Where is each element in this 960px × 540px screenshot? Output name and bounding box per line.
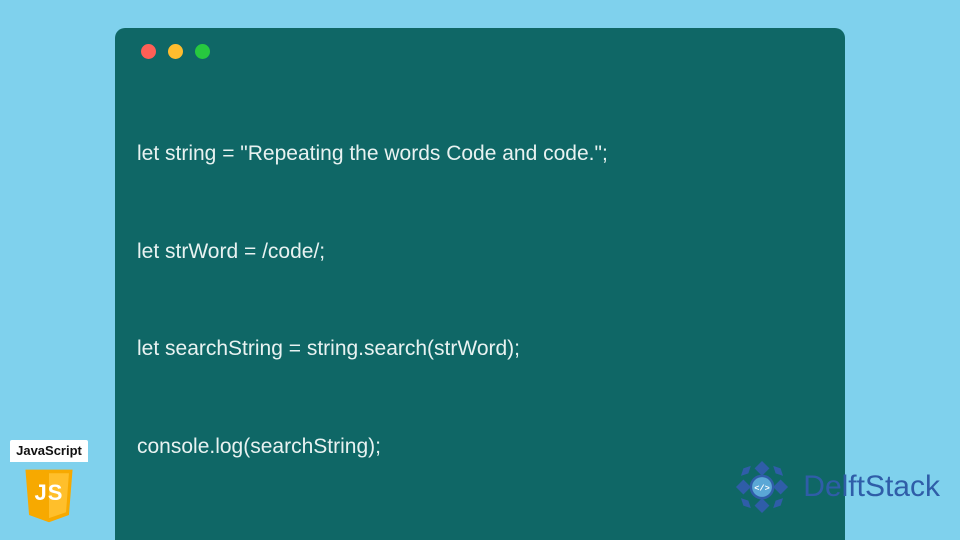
javascript-logo-icon: JS — [20, 466, 78, 524]
code-line: let strWord = /code/; — [137, 236, 823, 269]
brand-name: DelftStack — [803, 470, 940, 504]
svg-text:</>: </> — [754, 484, 770, 494]
delftstack-mark-icon: </> — [731, 456, 793, 518]
javascript-label: JavaScript — [10, 440, 88, 462]
close-dot-icon — [141, 44, 156, 59]
code-line: console.log(searchString); — [137, 431, 823, 464]
maximize-dot-icon — [195, 44, 210, 59]
window-traffic-lights — [141, 44, 823, 59]
code-line: let searchString = string.search(strWord… — [137, 333, 823, 366]
code-line: let string = "Repeating the words Code a… — [137, 138, 823, 171]
javascript-badge: JavaScript JS — [10, 440, 88, 524]
minimize-dot-icon — [168, 44, 183, 59]
javascript-logo-text: JS — [20, 480, 78, 506]
brand-logo: </> DelftStack — [731, 456, 940, 518]
code-content: let string = "Repeating the words Code a… — [137, 73, 823, 529]
